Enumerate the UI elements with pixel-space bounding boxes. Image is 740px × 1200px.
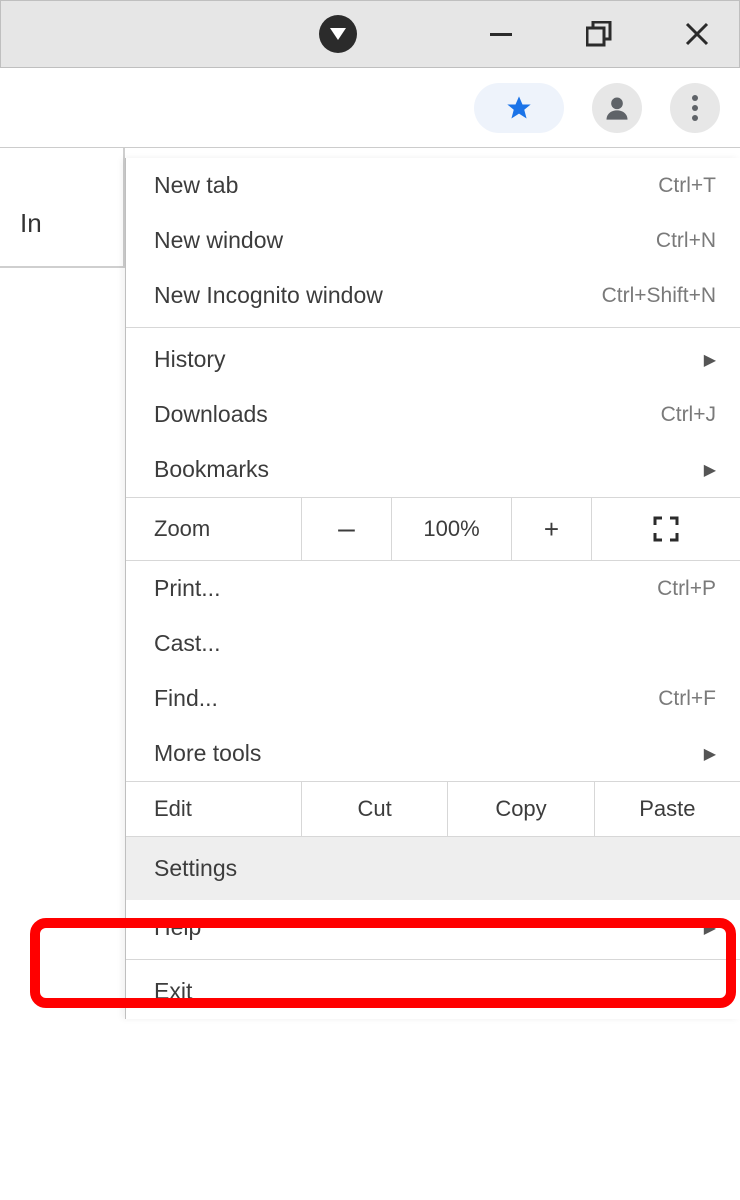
edit-paste-button[interactable]: Paste (594, 782, 740, 836)
tab-dropdown-icon[interactable] (319, 15, 357, 53)
menu-item-label: Print... (154, 575, 220, 602)
profile-button[interactable] (592, 83, 642, 133)
edit-label: Edit (126, 782, 301, 836)
menu-item-label: Find... (154, 685, 218, 712)
menu-item-label: Cast... (154, 630, 220, 657)
menu-item-settings[interactable]: Settings (126, 837, 740, 900)
menu-item-more-tools[interactable]: More tools ▶ (126, 726, 740, 781)
menu-item-label: History (154, 346, 226, 373)
menu-item-shortcut: Ctrl+F (658, 687, 716, 711)
menu-item-bookmarks[interactable]: Bookmarks ▶ (126, 442, 740, 497)
edit-copy-button[interactable]: Copy (447, 782, 593, 836)
menu-item-label: New window (154, 227, 283, 254)
menu-item-label: Downloads (154, 401, 268, 428)
minimize-button[interactable] (477, 10, 525, 58)
menu-separator (126, 959, 740, 960)
menu-item-shortcut: Ctrl+N (656, 229, 716, 253)
edit-cut-button[interactable]: Cut (301, 782, 447, 836)
menu-item-label: Bookmarks (154, 456, 269, 483)
menu-zoom-row: Zoom – 100% + (126, 497, 740, 561)
browser-toolbar (0, 68, 740, 148)
menu-item-exit[interactable]: Exit (126, 964, 740, 1019)
menu-item-print[interactable]: Print... Ctrl+P (126, 561, 740, 616)
menu-item-label: More tools (154, 740, 261, 767)
menu-item-label: Exit (154, 978, 192, 1005)
close-button[interactable] (673, 10, 721, 58)
zoom-out-button[interactable]: – (301, 498, 391, 560)
menu-item-history[interactable]: History ▶ (126, 332, 740, 387)
bookmark-star-button[interactable] (474, 83, 564, 133)
menu-separator (126, 327, 740, 328)
menu-item-label: Help (154, 914, 201, 941)
page-content-fragment: In (0, 148, 125, 268)
menu-item-shortcut: Ctrl+T (658, 174, 716, 198)
chevron-right-icon: ▶ (704, 918, 716, 938)
menu-item-shortcut: Ctrl+J (661, 403, 716, 427)
zoom-in-button[interactable]: + (511, 498, 591, 560)
chevron-right-icon: ▶ (704, 350, 716, 370)
zoom-value: 100% (391, 498, 511, 560)
menu-item-find[interactable]: Find... Ctrl+F (126, 671, 740, 726)
menu-item-help[interactable]: Help ▶ (126, 900, 740, 955)
menu-item-label: New Incognito window (154, 282, 383, 309)
chevron-right-icon: ▶ (704, 744, 716, 764)
maximize-button[interactable] (575, 10, 623, 58)
menu-item-new-tab[interactable]: New tab Ctrl+T (126, 158, 740, 213)
fullscreen-button[interactable] (591, 498, 740, 560)
zoom-label: Zoom (126, 498, 301, 560)
menu-button[interactable] (670, 83, 720, 133)
menu-item-new-incognito[interactable]: New Incognito window Ctrl+Shift+N (126, 268, 740, 323)
menu-edit-row: Edit Cut Copy Paste (126, 781, 740, 837)
menu-item-cast[interactable]: Cast... (126, 616, 740, 671)
menu-item-new-window[interactable]: New window Ctrl+N (126, 213, 740, 268)
menu-item-shortcut: Ctrl+Shift+N (602, 284, 716, 308)
menu-item-shortcut: Ctrl+P (657, 577, 716, 601)
menu-item-downloads[interactable]: Downloads Ctrl+J (126, 387, 740, 442)
chrome-main-menu: New tab Ctrl+T New window Ctrl+N New Inc… (125, 158, 740, 1019)
window-titlebar (0, 0, 740, 68)
menu-item-label: New tab (154, 172, 238, 199)
chevron-right-icon: ▶ (704, 460, 716, 480)
